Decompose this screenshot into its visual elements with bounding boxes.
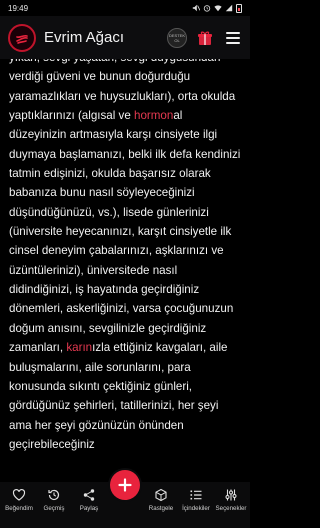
nav-random-label: Rastgele	[148, 505, 174, 512]
tree-logo-icon	[16, 34, 28, 44]
article-link[interactable]: karın	[66, 341, 92, 354]
article-text: ızla ettiğiniz kavgaları, aile buluşmala…	[9, 341, 228, 451]
nav-share-label: Paylaş	[79, 505, 99, 512]
list-icon	[190, 490, 202, 500]
app-title: Evrim Ağacı	[44, 29, 125, 46]
article-content[interactable]: yıkan, sevgi yaşatan, sevgi duygusundan …	[0, 59, 250, 482]
app-header: Evrim Ağacı DESTEK OL	[0, 16, 250, 59]
hamburger-menu-icon	[226, 31, 240, 44]
dice-icon	[155, 488, 167, 502]
support-button[interactable]: DESTEK OL	[166, 27, 188, 49]
wifi-icon	[214, 5, 222, 12]
nav-options[interactable]: Seçenekler	[214, 488, 248, 512]
article-link[interactable]: hormon	[134, 109, 173, 122]
gift-button[interactable]	[194, 27, 216, 49]
nav-history[interactable]: Geçmiş	[37, 488, 71, 512]
history-icon	[48, 489, 60, 501]
heart-icon	[12, 488, 26, 501]
status-time: 19:49	[8, 3, 29, 13]
share-icon	[83, 489, 95, 501]
support-badge: DESTEK OL	[167, 27, 187, 48]
nav-like[interactable]: Beğendim	[2, 488, 36, 512]
nav-contents[interactable]: İçindekiler	[179, 488, 213, 512]
nav-history-label: Geçmiş	[43, 505, 65, 512]
nav-options-label: Seçenekler	[215, 505, 247, 512]
article-text: yıkan, sevgi yaşatan, sevgi duygusundan	[9, 59, 220, 64]
menu-button[interactable]	[222, 27, 244, 49]
add-fab-button[interactable]	[110, 470, 140, 500]
alarm-icon	[203, 5, 211, 12]
nav-share[interactable]: Paylaş	[72, 488, 106, 512]
gift-icon	[198, 31, 212, 45]
nav-random[interactable]: Rastgele	[144, 488, 178, 512]
battery-icon	[236, 3, 242, 13]
status-bar: 19:49	[0, 0, 250, 16]
nav-like-label: Beğendim	[5, 505, 33, 512]
article-paragraph: yıkan, sevgi yaşatan, sevgi duygusundan …	[9, 59, 241, 454]
signal-icon	[225, 4, 233, 12]
sliders-icon	[225, 489, 237, 501]
status-icons	[192, 3, 242, 13]
evrim-agaci-logo[interactable]	[8, 23, 36, 52]
article-text: al düzeyinizin artmasıyla karşı cinsiyet…	[9, 109, 241, 355]
article-text: verdiği güveni ve bunun doğurduğu yarama…	[9, 70, 236, 123]
plus-icon	[118, 478, 132, 492]
mute-icon	[192, 4, 200, 12]
nav-contents-label: İçindekiler	[182, 505, 210, 512]
